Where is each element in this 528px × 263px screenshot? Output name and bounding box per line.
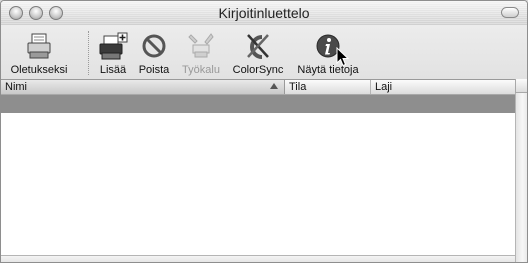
toolbar-separator	[88, 31, 89, 75]
title-bar[interactable]: Kirjoitinluettelo	[1, 1, 527, 25]
add-printer-icon	[99, 32, 128, 60]
header-corner	[515, 79, 527, 93]
vertical-scrollbar[interactable]	[515, 79, 527, 262]
make-default-label: Oletukseksi	[10, 64, 68, 76]
utility-label: Työkalu	[182, 64, 220, 76]
utility-tools-icon	[188, 33, 214, 58]
horizontal-scrollbar[interactable]	[1, 255, 515, 262]
column-header-status-label: Tila	[289, 81, 307, 93]
toolbar: Oletukseksi Lisää Poista Työkalu ColorSy…	[1, 25, 527, 79]
add-printer-button[interactable]: Lisää	[93, 31, 133, 77]
printer-list-window: Kirjoitinluettelo Oletukseksi Lisää Pois…	[0, 0, 528, 263]
column-header-name-label: Nimi	[5, 81, 27, 93]
delete-button[interactable]: Poista	[135, 31, 173, 77]
delete-label: Poista	[138, 64, 170, 76]
toolbar-toggle-button[interactable]	[501, 7, 519, 18]
column-header-kind-label: Laji	[375, 81, 393, 93]
column-header-kind[interactable]: Laji	[371, 80, 515, 94]
window-title: Kirjoitinluettelo	[218, 5, 310, 21]
printer-default-icon	[27, 33, 51, 59]
colorsync-button[interactable]: ColorSync	[229, 31, 287, 77]
sort-ascending-icon	[270, 83, 278, 89]
column-header-status[interactable]: Tila	[285, 80, 371, 94]
table-header: Nimi Tila Laji	[1, 80, 515, 95]
make-default-button[interactable]: Oletukseksi	[5, 31, 73, 77]
printer-table: Nimi Tila Laji	[1, 79, 515, 262]
colorsync-icon	[247, 34, 269, 59]
delete-icon	[142, 34, 166, 58]
mouse-pointer-icon	[336, 47, 350, 67]
show-info-label: Näytä tietoja	[297, 64, 359, 76]
colorsync-label: ColorSync	[232, 64, 284, 76]
show-info-button[interactable]: Näytä tietoja	[291, 31, 365, 77]
add-label: Lisää	[99, 64, 127, 76]
column-header-name[interactable]: Nimi	[1, 80, 285, 94]
table-row[interactable]	[1, 95, 515, 113]
utility-button[interactable]: Työkalu	[177, 31, 225, 77]
